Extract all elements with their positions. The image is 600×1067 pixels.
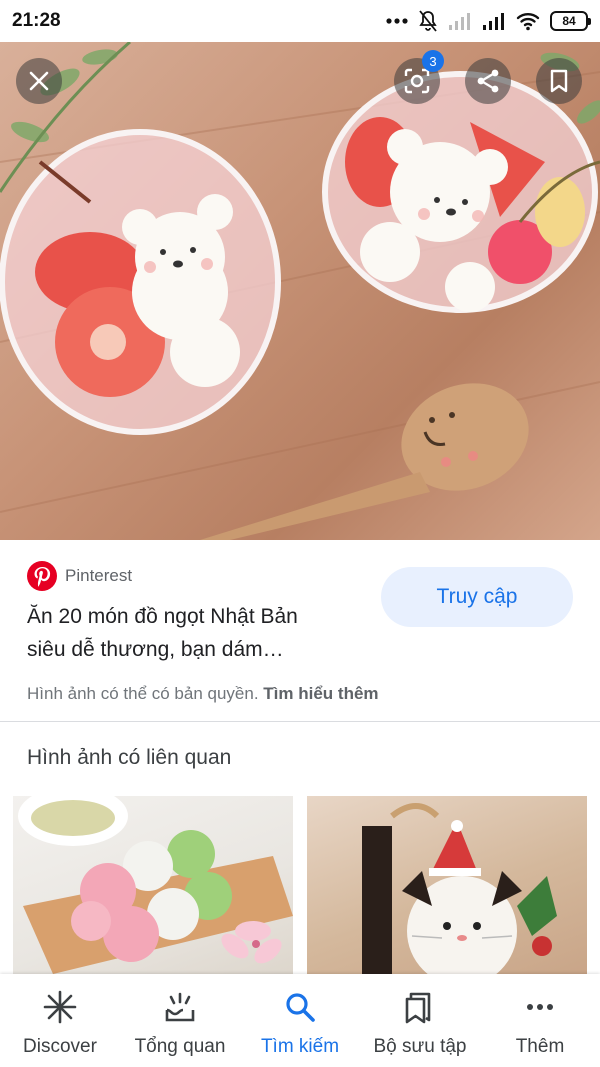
nav-collections-label: Bộ sưu tập <box>373 1036 467 1057</box>
bottom-navigation: Discover Tổng quan Tìm kiếm Bộ sưu tập T… <box>0 974 600 1067</box>
wifi-icon <box>516 13 540 31</box>
save-button[interactable] <box>536 58 582 104</box>
search-icon <box>286 993 315 1022</box>
nav-search-label: Tìm kiếm <box>260 1036 340 1057</box>
cat-cake-photo <box>362 803 557 974</box>
source-row: Pinterest <box>27 561 132 591</box>
related-image-1[interactable] <box>13 796 293 974</box>
related-image-2[interactable] <box>307 796 587 974</box>
close-button[interactable] <box>16 58 62 104</box>
close-icon <box>29 71 49 91</box>
asterisk-icon <box>43 990 77 1024</box>
status-time: 21:28 <box>12 10 61 31</box>
nav-more-label: Thêm <box>515 1036 565 1057</box>
nav-discover[interactable]: Discover <box>0 974 120 1067</box>
pinterest-logo-icon <box>27 561 57 591</box>
result-title[interactable]: Ăn 20 món đồ ngọt Nhật Bản siêu dễ thươn… <box>27 600 357 666</box>
related-images-heading: Hình ảnh có liên quan <box>27 746 232 769</box>
updates-icon <box>165 992 195 1022</box>
signal-weak-icon <box>449 13 470 30</box>
visit-button[interactable]: Truy cập <box>381 567 573 627</box>
nav-discover-label: Discover <box>23 1036 97 1057</box>
source-name: Pinterest <box>65 566 133 585</box>
signal-icon <box>483 13 504 30</box>
nav-collections[interactable]: Bộ sưu tập <box>360 974 480 1067</box>
lens-button[interactable]: 3 <box>394 50 444 104</box>
status-bar: 21:28 84 <box>0 0 600 42</box>
more-icon <box>527 1004 553 1010</box>
copyright-notice: Hình ảnh có thể có bản quyền. Tìm hiểu t… <box>27 684 379 704</box>
more-notifications-icon <box>386 18 408 24</box>
nav-more[interactable]: Thêm <box>480 974 600 1067</box>
divider <box>0 721 600 722</box>
nav-search[interactable]: Tìm kiếm <box>240 974 360 1067</box>
result-image[interactable]: 3 <box>0 42 600 540</box>
copyright-text: Hình ảnh có thể có bản quyền. <box>27 684 264 703</box>
share-icon <box>477 69 499 93</box>
share-button[interactable] <box>465 58 511 104</box>
dango-photo <box>18 796 293 974</box>
bell-off-icon <box>419 10 437 32</box>
bookmark-icon <box>550 69 568 93</box>
lens-count-badge: 3 <box>422 50 444 72</box>
result-title-line2: siêu dễ thương, bạn dám… <box>27 638 284 661</box>
nav-updates-label: Tổng quan <box>134 1036 226 1057</box>
learn-more-link[interactable]: Tìm hiểu thêm <box>263 684 378 703</box>
collections-icon <box>405 992 431 1024</box>
result-title-line1: Ăn 20 món đồ ngọt Nhật Bản <box>27 605 298 628</box>
battery-indicator: 84 <box>550 11 591 31</box>
nav-updates[interactable]: Tổng quan <box>120 974 240 1067</box>
lens-icon <box>404 68 430 94</box>
dessert-photo <box>0 42 600 540</box>
status-icons: 84 <box>386 9 591 33</box>
